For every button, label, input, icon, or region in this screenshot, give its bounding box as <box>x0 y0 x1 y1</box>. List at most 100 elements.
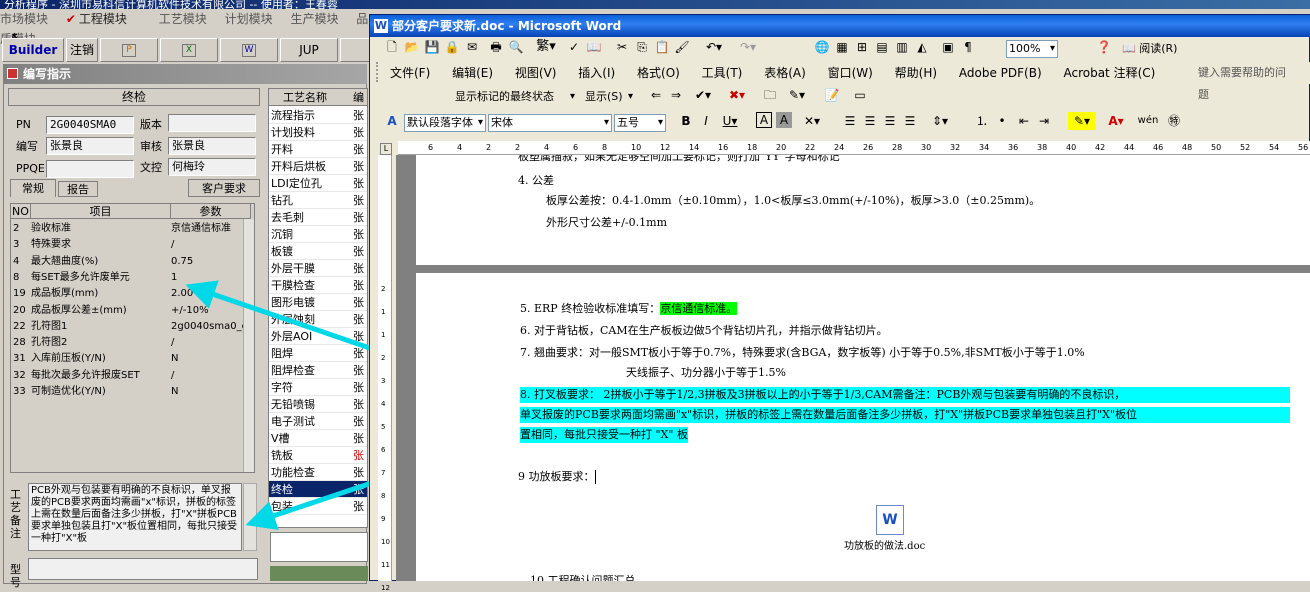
insert-comment-icon[interactable]: 🗀 <box>762 86 778 104</box>
vruler-mark: 2 <box>381 285 386 293</box>
help-question-box[interactable]: 键入需要帮助的问题 <box>1198 62 1292 106</box>
print-icon[interactable]: 🖶 <box>488 38 504 56</box>
menu-acrobat-comments[interactable]: Acrobat 注释(C) <box>1063 66 1155 80</box>
hyperlink-icon[interactable]: 🌐 <box>814 38 830 56</box>
style-dropdown[interactable]: 默认段落字体 <box>404 114 486 132</box>
menu-format[interactable]: 格式(O) <box>637 66 680 80</box>
ruler-mark: 6 <box>573 143 579 152</box>
paste-icon[interactable]: 📋 <box>654 38 670 56</box>
ruler-mark: 4 <box>457 143 463 152</box>
highlight-icon[interactable]: ✎▾ <box>784 86 810 104</box>
reading-layout-button[interactable]: 📖 阅读(R) <box>1122 40 1177 58</box>
tables-borders-icon[interactable]: ▦ <box>834 38 850 56</box>
menu-items: 文件(F) 编辑(E) 视图(V) 插入(I) 格式(O) 工具(T) 表格(A… <box>390 62 1173 84</box>
doc-item-9[interactable]: 9 功放板要求： <box>518 469 596 485</box>
menu-tools[interactable]: 工具(T) <box>702 66 743 80</box>
vruler-mark: 5 <box>381 423 386 431</box>
document-page-1: 板塑属描叙，如果无足够空间加工要标记，则打加"YY"字母和标记 4. 公差 板厚… <box>416 155 1310 265</box>
align-right-icon[interactable]: ☰ <box>882 112 898 130</box>
word-menu-bar: 文件(F) 编辑(E) 视图(V) 插入(I) 格式(O) 工具(T) 表格(A… <box>370 62 1310 101</box>
align-left-icon[interactable]: ☰ <box>842 112 858 130</box>
menu-table[interactable]: 表格(A) <box>764 66 806 80</box>
menu-edit[interactable]: 编辑(E) <box>452 66 493 80</box>
embedded-doc-label[interactable]: 功放板的做法.doc <box>844 539 925 555</box>
font-size-dropdown[interactable]: 五号 <box>614 114 666 132</box>
markup-state-dropdown[interactable]: 显示标记的最终状态 <box>452 88 578 106</box>
undo-icon[interactable]: ↶▾ <box>700 38 728 56</box>
show-hide-icon[interactable]: ¶ <box>960 38 976 56</box>
print-preview-icon[interactable]: 🔍 <box>508 38 524 56</box>
increase-indent-icon[interactable]: ⇥ <box>1036 112 1052 130</box>
menu-view[interactable]: 视图(V) <box>515 66 557 80</box>
doc-line-truncated: 板塑属描叙，如果无足够空间加工要标记，则打加"YY"字母和标记 <box>518 155 840 163</box>
font-dropdown[interactable]: 宋体 <box>488 114 612 132</box>
menu-help[interactable]: 帮助(H) <box>895 66 937 80</box>
accept-change-icon[interactable]: ✔▾ <box>690 86 716 104</box>
bullets-icon[interactable]: • <box>994 112 1010 130</box>
next-change-icon[interactable]: ⇒ <box>668 86 684 104</box>
research-icon[interactable]: 繁▾ <box>534 38 558 56</box>
ruler-mark: 8 <box>602 143 608 152</box>
line-spacing-icon[interactable]: ⇕▾ <box>926 112 954 130</box>
styles-formatting-icon[interactable]: A <box>384 112 400 130</box>
spelling-icon[interactable]: ✓ <box>566 38 582 56</box>
embedded-word-doc-icon[interactable]: W <box>876 505 904 535</box>
zoom-dropdown[interactable]: 100% <box>1006 40 1058 58</box>
columns-icon[interactable]: ▥ <box>894 38 910 56</box>
char-scale-icon[interactable]: ✕▾ <box>798 112 826 130</box>
justify-icon[interactable]: ☰ <box>902 112 918 130</box>
enclose-char-icon[interactable]: ㊕ <box>1166 112 1182 130</box>
vruler-mark: 2 <box>381 354 386 362</box>
research-book-icon[interactable]: 📖 <box>586 38 602 56</box>
format-painter-icon[interactable]: 🖌 <box>674 38 690 56</box>
ruler-mark: 28 <box>892 143 903 152</box>
ruler-mark: 42 <box>1095 143 1106 152</box>
track-changes-icon[interactable]: 📝 <box>824 86 840 104</box>
menu-insert[interactable]: 插入(I) <box>578 66 615 80</box>
copy-icon[interactable]: ⎘ <box>634 38 650 56</box>
ruler-mark: 18 <box>747 143 758 152</box>
help-icon[interactable]: ❓ <box>1096 38 1112 56</box>
numbering-icon[interactable]: ⒈ <box>974 112 990 130</box>
show-markup-dropdown[interactable]: 显示(S) <box>582 88 636 106</box>
decrease-indent-icon[interactable]: ⇤ <box>1016 112 1032 130</box>
italic-icon[interactable]: I <box>698 112 714 130</box>
highlight-color-icon[interactable]: ✎▾ <box>1068 112 1096 130</box>
menu-adobe-pdf[interactable]: Adobe PDF(B) <box>959 66 1042 80</box>
email-icon[interactable]: ✉ <box>464 38 480 56</box>
reviewing-pane-icon[interactable]: ▭ <box>852 86 868 104</box>
align-center-icon[interactable]: ☰ <box>862 112 878 130</box>
tab-selector-icon[interactable]: L <box>380 143 392 155</box>
ruler-mark: 48 <box>1182 143 1193 152</box>
char-shading-icon[interactable]: A <box>776 112 792 128</box>
document-map-icon[interactable]: ▣ <box>940 38 956 56</box>
doc-outline-tolerance: 外形尺寸公差+/-0.1mm <box>546 216 667 229</box>
redo-icon[interactable]: ↷▾ <box>734 38 762 56</box>
word-title-bar: 部分客户要求新.doc - Microsoft Word <box>370 15 1310 37</box>
new-doc-icon[interactable]: 🗋 <box>384 38 400 56</box>
bold-icon[interactable]: B <box>678 112 694 130</box>
menu-window[interactable]: 窗口(W) <box>828 66 873 80</box>
document-page-2: 5. ERP 终检验收标准填写：京信通信标准。 6. 对于背钻板，CAM在生产板… <box>416 273 1310 581</box>
ruler-mark: 20 <box>776 143 787 152</box>
menu-file[interactable]: 文件(F) <box>390 66 430 80</box>
insert-table-icon[interactable]: ⊞ <box>854 38 870 56</box>
underline-icon[interactable]: U▾ <box>718 112 742 130</box>
vertical-ruler: 2 1 1 2 3 4 5 6 7 8 9 10 11 12 <box>378 155 392 592</box>
ruler-mark: 54 <box>1269 143 1280 152</box>
save-icon[interactable]: 💾 <box>424 38 440 56</box>
ruler-mark: 32 <box>950 143 961 152</box>
reject-change-icon[interactable]: ✖▾ <box>724 86 750 104</box>
document-area: 板塑属描叙，如果无足够空间加工要标记，则打加"YY"字母和标记 4. 公差 板厚… <box>396 155 1310 581</box>
permission-icon[interactable]: 🔒 <box>444 38 460 56</box>
insert-excel-icon[interactable]: ▤ <box>874 38 890 56</box>
previous-change-icon[interactable]: ⇐ <box>648 86 664 104</box>
drawing-icon[interactable]: ◭ <box>914 38 930 56</box>
ruler-mark: 30 <box>921 143 932 152</box>
cut-icon[interactable]: ✂ <box>614 38 630 56</box>
char-border-icon[interactable]: A <box>756 112 772 128</box>
font-color-icon[interactable]: A▾ <box>1102 112 1130 130</box>
phonetic-guide-icon[interactable]: wén <box>1136 112 1160 130</box>
ruler-mark: 4 <box>544 143 550 152</box>
open-icon[interactable]: 📂 <box>404 38 420 56</box>
